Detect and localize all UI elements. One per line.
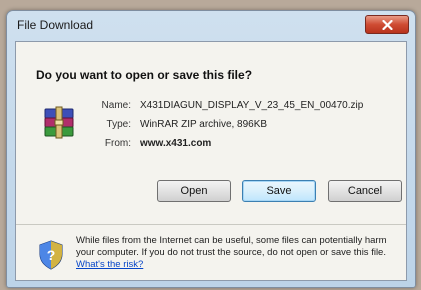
warning-text: While files from the Internet can be use… bbox=[76, 235, 391, 271]
type-label: Type: bbox=[106, 119, 131, 130]
close-button[interactable] bbox=[365, 15, 409, 34]
svg-text:?: ? bbox=[47, 247, 56, 263]
warning-message: While files from the Internet can be use… bbox=[76, 235, 387, 258]
from-label: From: bbox=[104, 138, 131, 149]
open-button[interactable]: Open bbox=[157, 180, 231, 202]
name-label: Name: bbox=[101, 100, 131, 111]
file-type-value: WinRAR ZIP archive, 896KB bbox=[140, 119, 268, 130]
file-name-value: X431DIAGUN_DISPLAY_V_23_45_EN_00470.zip bbox=[140, 100, 364, 111]
whats-the-risk-link[interactable]: What's the risk? bbox=[76, 259, 143, 270]
file-download-window: File Download Do you want to open or sav… bbox=[6, 10, 416, 288]
dialog-question: Do you want to open or save this file? bbox=[36, 68, 253, 82]
close-icon bbox=[381, 19, 393, 30]
title-bar[interactable]: File Download bbox=[7, 11, 415, 37]
file-source-value: www.x431.com bbox=[140, 138, 212, 149]
save-button[interactable]: Save bbox=[242, 180, 316, 202]
shield-warning-icon: ? bbox=[39, 240, 63, 270]
window-title: File Download bbox=[17, 18, 94, 32]
cancel-button[interactable]: Cancel bbox=[328, 180, 402, 202]
warning-section: ? While files from the Internet can be u… bbox=[16, 225, 406, 280]
dialog-body: Do you want to open or save this file? N… bbox=[15, 41, 407, 281]
